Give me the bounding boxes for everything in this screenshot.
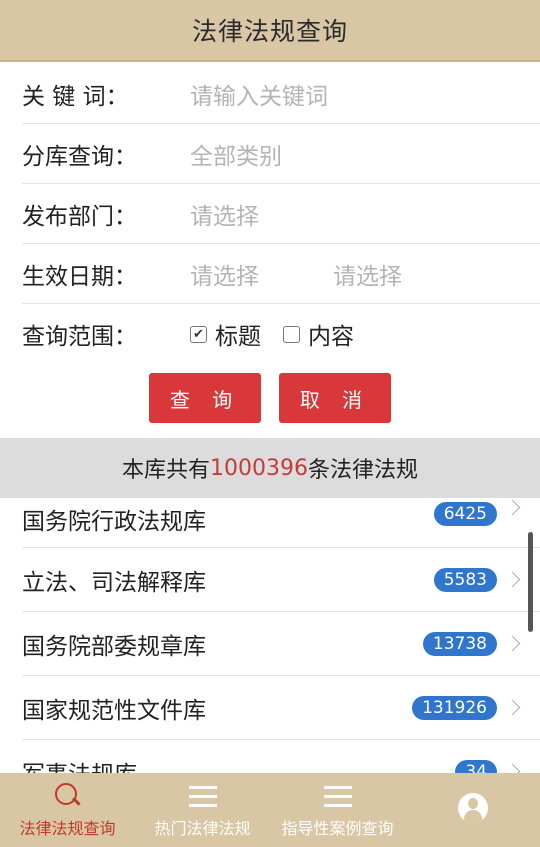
list-scrollbar[interactable] (528, 532, 533, 632)
tab-hot-laws[interactable]: 热门法律法规 (135, 773, 270, 847)
tab-profile[interactable] (405, 773, 540, 847)
date-to-select[interactable]: 请选择 (333, 257, 402, 291)
keyword-label: 关 键 词： (22, 83, 129, 110)
chevron-right-icon (504, 635, 521, 652)
search-icon (52, 781, 84, 811)
department-select[interactable]: 请选择 (190, 197, 259, 231)
library-row: 分库查询： 全部类别 (22, 124, 540, 184)
library-item[interactable]: 国务院行政法规库 6425 (22, 498, 540, 548)
department-row: 发布部门： 请选择 (22, 184, 540, 244)
form-actions: 查 询 取 消 (0, 373, 540, 425)
menu-icon (322, 781, 354, 811)
count-badge: 6425 (433, 502, 497, 526)
scope-content-checkbox[interactable]: 内容 (283, 317, 354, 351)
chevron-right-icon (504, 699, 521, 716)
library-list: 国务院行政法规库 6425 立法、司法解释库 5583 国务院部委规章库 137… (0, 498, 540, 774)
library-select[interactable]: 全部类别 (190, 137, 282, 171)
keyword-input[interactable]: 请输入关键词 (190, 77, 328, 111)
unchecked-icon (283, 325, 300, 343)
summary-prefix: 本库共有 (121, 458, 210, 483)
department-label: 发布部门： (22, 203, 137, 230)
summary-suffix: 条法律法规 (307, 458, 418, 483)
library-item[interactable]: 立法、司法解释库 5583 (22, 548, 540, 612)
library-item-name: 军事法规库 (22, 755, 455, 775)
tab-law-search[interactable]: 法律法规查询 (0, 773, 135, 847)
summary-banner: 本库共有 1000396 条法律法规 (0, 438, 540, 498)
chevron-right-icon (504, 571, 521, 588)
tab-label: 法律法规查询 (19, 819, 116, 838)
cancel-button[interactable]: 取 消 (279, 373, 391, 423)
library-item-name: 国务院行政法规库 (22, 509, 206, 535)
search-form: 关 键 词： 请输入关键词 分库查询： 全部类别 发布部门： 请选择 生效日期：… (0, 64, 540, 364)
scope-row: 查询范围： ✔ 标题 内容 (22, 304, 540, 364)
page-title: 法律法规查询 (191, 17, 348, 46)
library-item[interactable]: 国家规范性文件库 131926 (22, 676, 540, 740)
bottom-tab-bar: 法律法规查询 热门法律法规 指导性案例查询 (0, 773, 540, 847)
count-badge: 13738 (422, 631, 497, 656)
count-badge: 131926 (412, 695, 497, 720)
library-item-name: 国务院部委规章库 (22, 633, 206, 660)
library-item-name: 立法、司法解释库 (22, 569, 206, 596)
scope-title-checkbox[interactable]: ✔ 标题 (190, 317, 261, 351)
tab-label: 热门法律法规 (154, 819, 251, 838)
scope-title-label: 标题 (215, 324, 261, 350)
keyword-row: 关 键 词： 请输入关键词 (22, 64, 540, 124)
tab-guiding-cases[interactable]: 指导性案例查询 (270, 773, 405, 847)
date-from-select[interactable]: 请选择 (190, 257, 259, 291)
query-button[interactable]: 查 询 (149, 373, 261, 423)
scope-content-label: 内容 (308, 324, 354, 350)
checked-icon: ✔ (190, 325, 207, 343)
app-header: 法律法规查询 (0, 0, 540, 62)
library-item[interactable]: 军事法规库 34 (22, 740, 540, 774)
date-row: 生效日期： 请选择 请选择 (22, 244, 540, 304)
scope-label: 查询范围： (22, 324, 137, 350)
count-badge: 34 (455, 759, 497, 774)
chevron-right-icon (504, 499, 521, 516)
date-label: 生效日期： (22, 263, 137, 290)
library-label: 分库查询： (22, 143, 137, 170)
count-badge: 5583 (433, 567, 497, 592)
user-icon (457, 793, 488, 823)
library-item[interactable]: 国务院部委规章库 13738 (22, 612, 540, 676)
menu-icon (187, 781, 219, 811)
summary-count: 1000396 (210, 455, 308, 481)
tab-label: 指导性案例查询 (281, 819, 394, 838)
library-item-name: 国家规范性文件库 (22, 697, 206, 724)
